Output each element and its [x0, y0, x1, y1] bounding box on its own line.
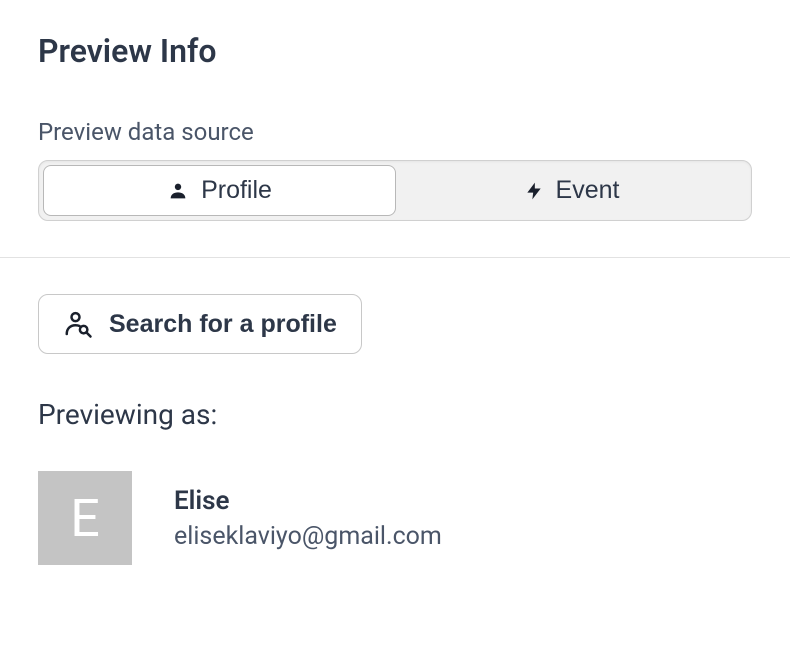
lightning-icon — [524, 180, 544, 202]
page-title: Preview Info — [38, 32, 752, 70]
preview-info-panel: Preview Info Preview data source Profile — [0, 0, 790, 565]
search-profile-button-label: Search for a profile — [109, 310, 337, 339]
search-profile-button[interactable]: Search for a profile — [38, 294, 362, 354]
body-section: Search for a profile Previewing as: E El… — [0, 258, 790, 565]
profile-row: E Elise eliseklaviyo@gmail.com — [38, 471, 752, 565]
person-search-icon — [63, 309, 93, 339]
data-source-segment-control: Profile Event — [38, 160, 752, 221]
profile-name: Elise — [174, 486, 442, 516]
profile-info: Elise eliseklaviyo@gmail.com — [174, 486, 442, 551]
profile-email: eliseklaviyo@gmail.com — [174, 522, 442, 551]
segment-option-event-label: Event — [556, 176, 620, 205]
segment-option-event[interactable]: Event — [396, 165, 747, 216]
profile-icon — [167, 180, 189, 202]
previewing-as-label: Previewing as: — [38, 398, 752, 431]
segment-option-profile[interactable]: Profile — [43, 165, 396, 216]
segment-option-profile-label: Profile — [201, 176, 272, 205]
data-source-label: Preview data source — [38, 118, 752, 146]
header-section: Preview Info Preview data source Profile — [0, 32, 790, 221]
avatar: E — [38, 471, 132, 565]
